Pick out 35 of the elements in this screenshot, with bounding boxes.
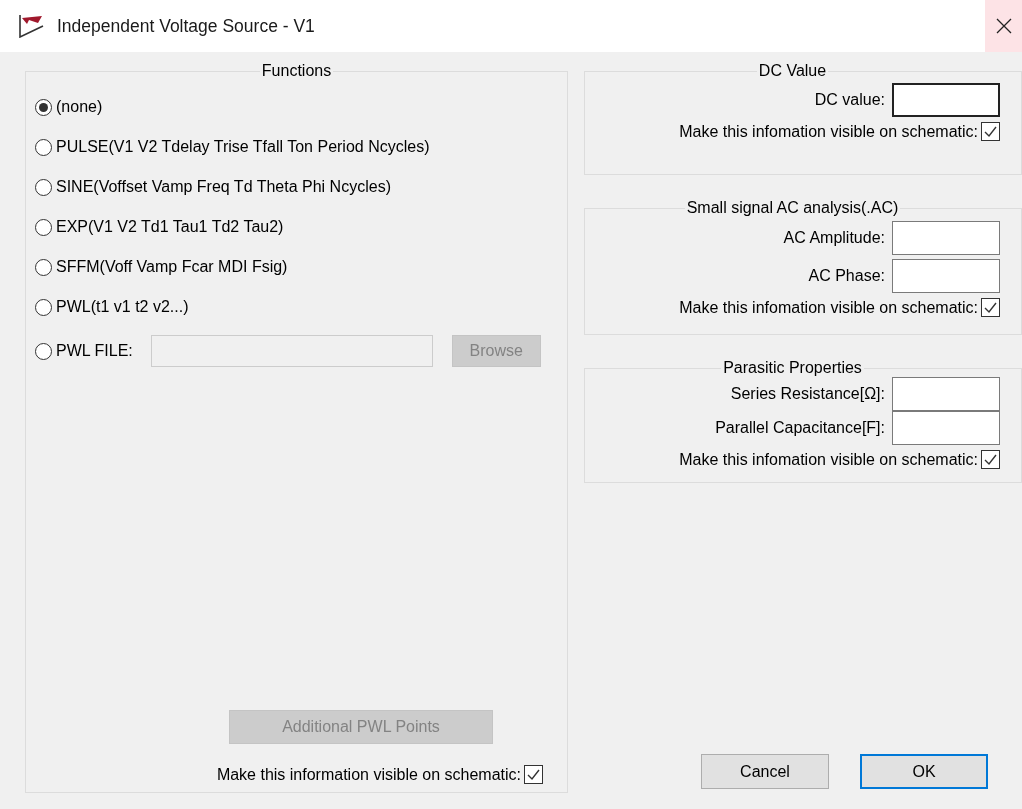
input-field[interactable]: [892, 411, 1000, 445]
radio-option[interactable]: EXP(V1 V2 Td1 Tau1 Td2 Tau2): [35, 218, 284, 236]
checkbox-label: Make this infomation visible on schematic:: [679, 450, 978, 469]
input-field[interactable]: [892, 259, 1000, 293]
radio-option[interactable]: PULSE(V1 V2 Tdelay Trise Tfall Ton Period Ncycles): [35, 138, 430, 156]
close-icon: [995, 18, 1012, 34]
checkbox-label: Make this infomation visible on schematic:: [679, 122, 978, 141]
window-title: Independent Voltage Source - V1: [57, 15, 315, 37]
checkbox[interactable]: [524, 765, 543, 784]
input-field[interactable]: [892, 377, 1000, 411]
group-title: Parasitic Properties: [722, 359, 863, 377]
input-field[interactable]: [892, 221, 1000, 255]
field-label: Parallel Capacitance[F]:: [715, 419, 885, 437]
field-label: Series Resistance[Ω]:: [730, 385, 885, 403]
radio-option[interactable]: PWL(t1 v1 t2 v2...): [35, 298, 189, 316]
dialog-button[interactable]: OK: [860, 754, 988, 789]
checkbox[interactable]: [981, 298, 1000, 317]
group-title: Small signal AC analysis(.AC): [685, 199, 900, 217]
app-icon: [18, 14, 45, 38]
field-label: AC Amplitude:: [783, 229, 885, 247]
radio-option[interactable]: SINE(Voffset Vamp Freq Td Theta Phi Ncycles): [35, 178, 391, 196]
checkbox[interactable]: [981, 450, 1000, 469]
dialog-button[interactable]: Cancel: [701, 754, 829, 789]
group-title: DC Value: [757, 62, 828, 80]
checkbox-label: Make this infomation visible on schematic:: [679, 298, 978, 317]
group-title: Functions: [260, 62, 333, 80]
field-label: DC value:: [814, 91, 885, 109]
checkbox[interactable]: [981, 122, 1000, 141]
field-label: AC Phase:: [808, 267, 885, 285]
checkbox-label: Make this information visible on schematic:: [216, 765, 521, 784]
input-field[interactable]: [892, 83, 1000, 117]
close-button[interactable]: [985, 0, 1022, 52]
radio-option[interactable]: (none): [35, 98, 103, 116]
radio-option[interactable]: PWL FILE:: [35, 342, 133, 360]
radio-option[interactable]: SFFM(Voff Vamp Fcar MDI Fsig): [35, 258, 288, 276]
